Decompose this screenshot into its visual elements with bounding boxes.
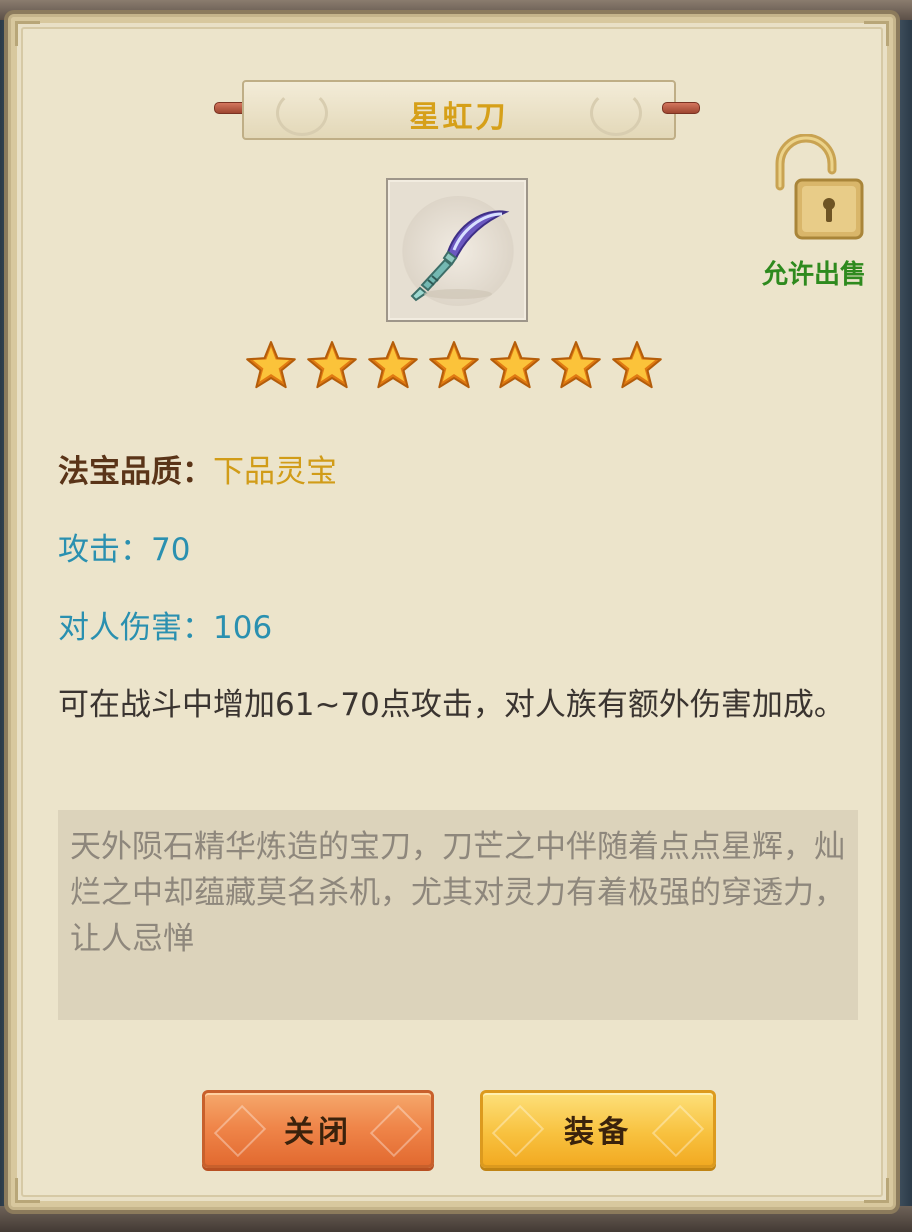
frame-corner-ornament bbox=[15, 1178, 40, 1203]
attack-stat: 攻击：70 bbox=[58, 532, 191, 568]
frame-corner-ornament bbox=[864, 1178, 889, 1203]
star-icon bbox=[307, 341, 357, 389]
star-icon bbox=[246, 341, 296, 389]
frame-corner-ornament bbox=[15, 21, 40, 46]
pvp-damage-stat: 对人伤害：106 bbox=[58, 610, 273, 646]
frame-corner-ornament bbox=[864, 21, 889, 46]
scroll-rod-right bbox=[662, 102, 700, 114]
curved-dagger-icon bbox=[410, 210, 510, 302]
star-icon bbox=[490, 341, 540, 389]
star-icon bbox=[368, 341, 418, 389]
close-button-label: 关闭 bbox=[284, 1115, 352, 1150]
star-icon bbox=[429, 341, 479, 389]
button-ornament bbox=[369, 1104, 423, 1158]
title-ribbon: 星虹刀 bbox=[242, 80, 676, 140]
quality-label: 法宝品质： bbox=[58, 454, 213, 490]
star-rating bbox=[244, 338, 664, 396]
effect-description: 可在战斗中增加61~70点攻击，对人族有额外伤害加成。 bbox=[58, 687, 845, 723]
star-icon bbox=[551, 341, 601, 389]
unlocked-padlock-icon bbox=[775, 134, 864, 240]
close-button[interactable]: 关闭 bbox=[202, 1090, 434, 1168]
sell-status-label: 允许出售 bbox=[761, 260, 866, 290]
quality-line: 法宝品质：下品灵宝 bbox=[58, 446, 337, 491]
lore-description-box: 天外陨石精华炼造的宝刀，刀芒之中伴随着点点星辉，灿烂之中却蕴藏莫名杀机，尤其对灵… bbox=[58, 810, 858, 1020]
quality-value: 下品灵宝 bbox=[213, 454, 337, 490]
sell-toggle[interactable]: 允许出售 bbox=[752, 134, 876, 294]
lore-description-text: 天外陨石精华炼造的宝刀，刀芒之中伴随着点点星辉，灿烂之中却蕴藏莫名杀机，尤其对灵… bbox=[70, 829, 845, 957]
star-icon bbox=[612, 341, 662, 389]
equip-button[interactable]: 装备 bbox=[480, 1090, 716, 1168]
button-ornament bbox=[651, 1104, 705, 1158]
item-title: 星虹刀 bbox=[409, 100, 509, 135]
equip-button-label: 装备 bbox=[564, 1115, 632, 1150]
item-icon-frame bbox=[386, 178, 528, 322]
button-ornament bbox=[213, 1104, 267, 1158]
button-ornament bbox=[491, 1104, 545, 1158]
title-banner: 星虹刀 bbox=[214, 80, 700, 140]
